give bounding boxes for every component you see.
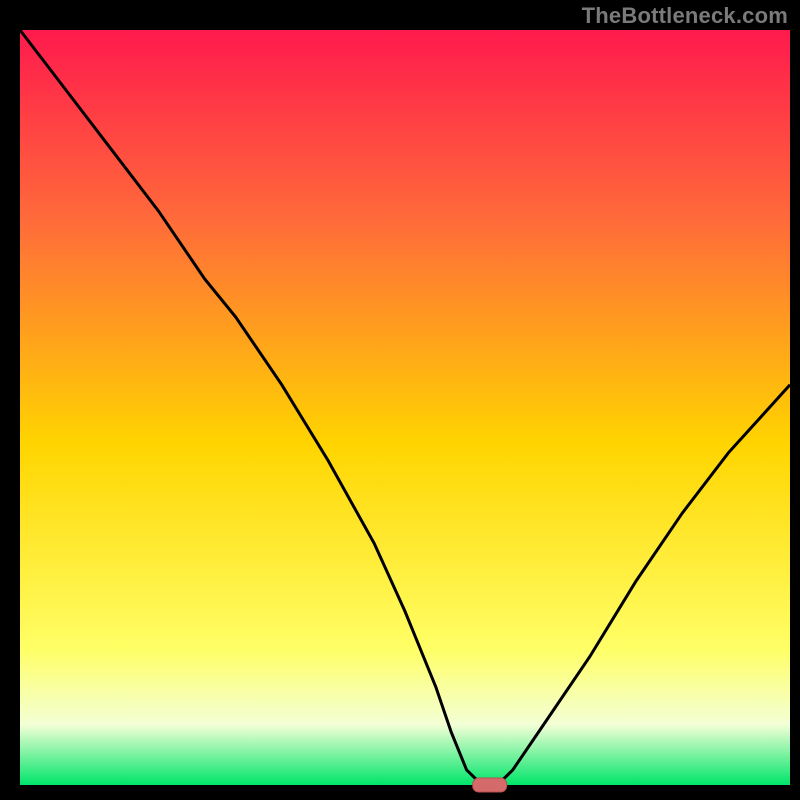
gradient-background — [20, 30, 790, 785]
optimal-marker — [473, 778, 507, 792]
bottleneck-chart — [0, 0, 800, 800]
chart-frame: TheBottleneck.com — [0, 0, 800, 800]
